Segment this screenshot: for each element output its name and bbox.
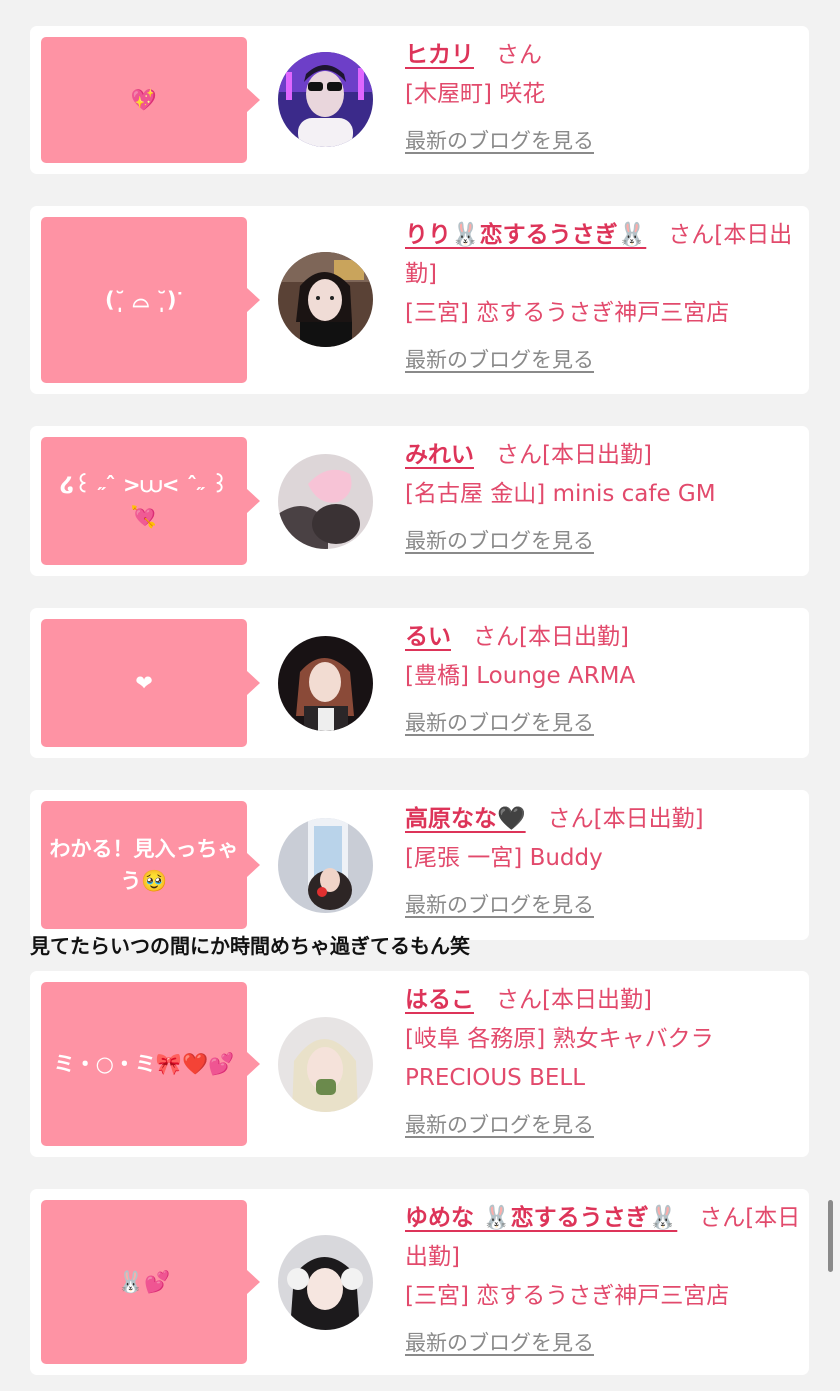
comment-bubble: 💖 bbox=[41, 37, 260, 163]
name-line: るい さん[本日出勤] bbox=[405, 618, 801, 657]
avatar[interactable] bbox=[278, 454, 373, 549]
comment-text: ໒꒰ ˶ˆ >⩊< ˆ˶ ꒱ 💘 bbox=[59, 473, 229, 529]
status-text: [本日出勤] bbox=[542, 442, 652, 468]
latest-blog-link[interactable]: 最新のブログを見る bbox=[405, 522, 801, 561]
name-link[interactable]: はるこ bbox=[405, 987, 474, 1013]
comment-bubble: わかる！見入っちゃう🥹 bbox=[41, 801, 260, 929]
shop-text: [三宮] 恋するうさぎ神戸三宮店 bbox=[405, 1283, 730, 1309]
name-link[interactable]: 高原なな🖤 bbox=[405, 806, 526, 832]
avatar[interactable] bbox=[278, 252, 373, 347]
comment-text: 🐰💕 bbox=[117, 1270, 171, 1294]
profile-info: るい さん[本日出勤] [豊橋] Lounge ARMA 最新のブログを見る bbox=[405, 618, 801, 743]
avatar[interactable] bbox=[278, 1235, 373, 1330]
shop-text: [名古屋 金山] minis cafe GM bbox=[405, 481, 716, 507]
honorific: さん bbox=[668, 222, 715, 248]
name-line: りり🐰恋するうさぎ🐰 さん[本日出勤] bbox=[405, 216, 801, 294]
scrollbar-thumb[interactable] bbox=[828, 1200, 833, 1272]
honorific: さん bbox=[496, 42, 542, 68]
name-line: みれい さん[本日出勤] bbox=[405, 436, 801, 475]
comment-bubble: ❤ bbox=[41, 619, 260, 747]
avatar[interactable] bbox=[278, 636, 373, 731]
name-link[interactable]: ゆめな 🐰恋するうさぎ🐰 bbox=[405, 1205, 677, 1231]
caption-text: 見てたらいつの間にか時間めちゃ過ぎてるもん笑 bbox=[30, 934, 470, 958]
blog-card[interactable]: 💖 ヒカリ さん [木屋町] 咲花 最新のブログを見る bbox=[30, 26, 809, 174]
honorific: さん bbox=[699, 1205, 746, 1231]
name-link[interactable]: るい bbox=[405, 624, 451, 650]
comment-text: 💖 bbox=[130, 88, 158, 112]
status-text: [本日出勤] bbox=[519, 624, 629, 650]
honorific: さん bbox=[496, 442, 542, 468]
name-link[interactable]: ヒカリ bbox=[405, 42, 474, 68]
blog-card[interactable]: ミ・○・ミ🎀❤️💕 はるこ さん[本日出勤] [岐阜 各務原] 熟女キャバクラ P… bbox=[30, 971, 809, 1157]
name-link[interactable]: みれい bbox=[405, 442, 474, 468]
blog-card[interactable]: (˘̩̩̩ ⌓ ˘̩̩̩)ᐝ りり🐰恋するうさぎ🐰 さん[本日出勤] [三宮] 恋… bbox=[30, 206, 809, 394]
name-link[interactable]: りり🐰恋するうさぎ🐰 bbox=[405, 222, 646, 248]
honorific: さん bbox=[496, 987, 542, 1013]
avatar[interactable] bbox=[278, 1017, 373, 1112]
profile-info: 高原なな🖤 さん[本日出勤] [尾張 一宮] Buddy 最新のブログを見る bbox=[405, 800, 801, 925]
blog-card[interactable]: ❤ るい さん[本日出勤] [豊橋] Lounge ARMA 最新のブログを見る bbox=[30, 608, 809, 758]
comment-bubble: ミ・○・ミ🎀❤️💕 bbox=[41, 982, 260, 1146]
latest-blog-link[interactable]: 最新のブログを見る bbox=[405, 704, 801, 743]
profile-info: ヒカリ さん [木屋町] 咲花 最新のブログを見る bbox=[405, 36, 801, 161]
shop-text: [岐阜 各務原] 熟女キャバクラ PRECIOUS BELL bbox=[405, 1026, 714, 1091]
latest-blog-link[interactable]: 最新のブログを見る bbox=[405, 1106, 801, 1145]
status-text: [本日出勤] bbox=[593, 806, 704, 832]
comment-bubble: (˘̩̩̩ ⌓ ˘̩̩̩)ᐝ bbox=[41, 217, 260, 383]
status-text: [本日出勤] bbox=[542, 987, 652, 1013]
name-line: はるこ さん[本日出勤] bbox=[405, 981, 801, 1020]
shop-text: [三宮] 恋するうさぎ神戸三宮店 bbox=[405, 300, 730, 326]
shop-text: [木屋町] 咲花 bbox=[405, 81, 546, 107]
shop-text: [豊橋] Lounge ARMA bbox=[405, 663, 636, 689]
latest-blog-link[interactable]: 最新のブログを見る bbox=[405, 1324, 801, 1363]
profile-info: ゆめな 🐰恋するうさぎ🐰 さん[本日出勤] [三宮] 恋するうさぎ神戸三宮店 最新… bbox=[405, 1199, 801, 1363]
avatar[interactable] bbox=[278, 52, 373, 147]
honorific: さん bbox=[547, 806, 594, 832]
comment-bubble: ໒꒰ ˶ˆ >⩊< ˆ˶ ꒱ 💘 bbox=[41, 437, 260, 565]
comment-text: ミ・○・ミ🎀❤️💕 bbox=[53, 1052, 235, 1076]
shop-text: [尾張 一宮] Buddy bbox=[405, 845, 603, 871]
latest-blog-link[interactable]: 最新のブログを見る bbox=[405, 341, 801, 380]
comment-text: わかる！見入っちゃう🥹 bbox=[49, 837, 239, 893]
comment-bubble: 🐰💕 bbox=[41, 1200, 260, 1364]
avatar[interactable] bbox=[278, 818, 373, 913]
blog-card[interactable]: 🐰💕 ゆめな 🐰恋するうさぎ🐰 さん[本日出勤] [三宮] 恋するうさぎ神戸三宮店… bbox=[30, 1189, 809, 1375]
profile-info: みれい さん[本日出勤] [名古屋 金山] minis cafe GM 最新のブロ… bbox=[405, 436, 801, 561]
latest-blog-link[interactable]: 最新のブログを見る bbox=[405, 122, 801, 161]
name-line: 高原なな🖤 さん[本日出勤] bbox=[405, 800, 801, 839]
blog-card[interactable]: わかる！見入っちゃう🥹 高原なな🖤 さん[本日出勤] [尾張 一宮] Buddy … bbox=[30, 790, 809, 940]
honorific: さん bbox=[473, 624, 519, 650]
profile-info: はるこ さん[本日出勤] [岐阜 各務原] 熟女キャバクラ PRECIOUS BE… bbox=[405, 981, 801, 1145]
comment-text: ❤ bbox=[135, 671, 153, 695]
blog-card[interactable]: ໒꒰ ˶ˆ >⩊< ˆ˶ ꒱ 💘 みれい さん[本日出勤] [名古屋 金山] mi… bbox=[30, 426, 809, 576]
profile-info: りり🐰恋するうさぎ🐰 さん[本日出勤] [三宮] 恋するうさぎ神戸三宮店 最新のブ… bbox=[405, 216, 801, 380]
name-line: ゆめな 🐰恋するうさぎ🐰 さん[本日出勤] bbox=[405, 1199, 801, 1277]
latest-blog-link[interactable]: 最新のブログを見る bbox=[405, 886, 801, 925]
comment-text: (˘̩̩̩ ⌓ ˘̩̩̩)ᐝ bbox=[105, 288, 183, 312]
name-line: ヒカリ さん bbox=[405, 36, 801, 75]
